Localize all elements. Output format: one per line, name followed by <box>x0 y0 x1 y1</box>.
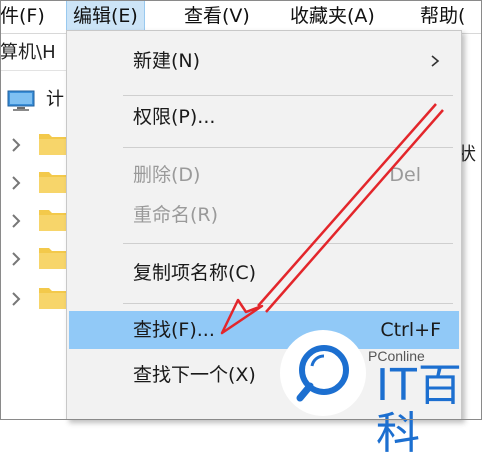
menu-item-rename[interactable]: 重命名(R) <box>67 197 461 233</box>
menu-favorites[interactable]: 收藏夹(A) <box>290 0 375 34</box>
menu-item-label: 复制项名称(C) <box>133 262 257 284</box>
menu-separator <box>123 95 453 96</box>
folder-icon <box>39 134 67 155</box>
folder-icon <box>39 210 67 231</box>
menu-separator <box>123 243 453 244</box>
folder-icon <box>39 172 67 193</box>
menu-edit[interactable]: 编辑(E) <box>66 0 145 34</box>
menu-item-label: 权限(P)... <box>133 106 216 128</box>
tree-label-computer: 计 <box>46 89 64 110</box>
menu-item-label: 查找(F)... <box>133 319 215 341</box>
chevron-right-icon[interactable] <box>8 173 24 193</box>
watermark-brand: IT百科 <box>376 360 463 459</box>
menu-item-label: 新建(N) <box>133 50 201 72</box>
menu-help[interactable]: 帮助( <box>420 0 465 34</box>
menu-file[interactable]: 件(F) <box>0 0 45 34</box>
chevron-right-icon[interactable] <box>8 135 24 155</box>
magnifier-icon <box>296 345 349 402</box>
menu-item-label: 查找下一个(X) <box>133 364 256 386</box>
watermark-circle <box>280 330 366 416</box>
menu-view[interactable]: 查看(V) <box>184 0 250 34</box>
menu-item-delete[interactable]: 删除(D) Del <box>67 157 461 193</box>
watermark: PConline IT百科 <box>280 330 480 458</box>
menu-item-permissions[interactable]: 权限(P)... <box>67 99 461 135</box>
chevron-right-icon[interactable] <box>8 211 24 231</box>
computer-icon <box>7 90 35 111</box>
menu-item-label: 重命名(R) <box>133 204 219 226</box>
folder-icon <box>39 288 67 309</box>
chevron-right-icon <box>431 55 440 67</box>
folder-icon <box>39 248 67 269</box>
menu-item-shortcut: Del <box>389 164 421 186</box>
menu-separator <box>123 147 453 148</box>
chevron-right-icon[interactable] <box>8 289 24 309</box>
menu-bar: 件(F) 编辑(E) 查看(V) 收藏夹(A) 帮助( <box>0 0 482 34</box>
chevron-right-icon[interactable] <box>8 249 24 269</box>
menu-item-new[interactable]: 新建(N) <box>67 43 461 79</box>
menu-item-label: 删除(D) <box>133 164 201 186</box>
menu-item-copy-key-name[interactable]: 复制项名称(C) <box>67 255 461 291</box>
menu-separator <box>123 303 453 304</box>
